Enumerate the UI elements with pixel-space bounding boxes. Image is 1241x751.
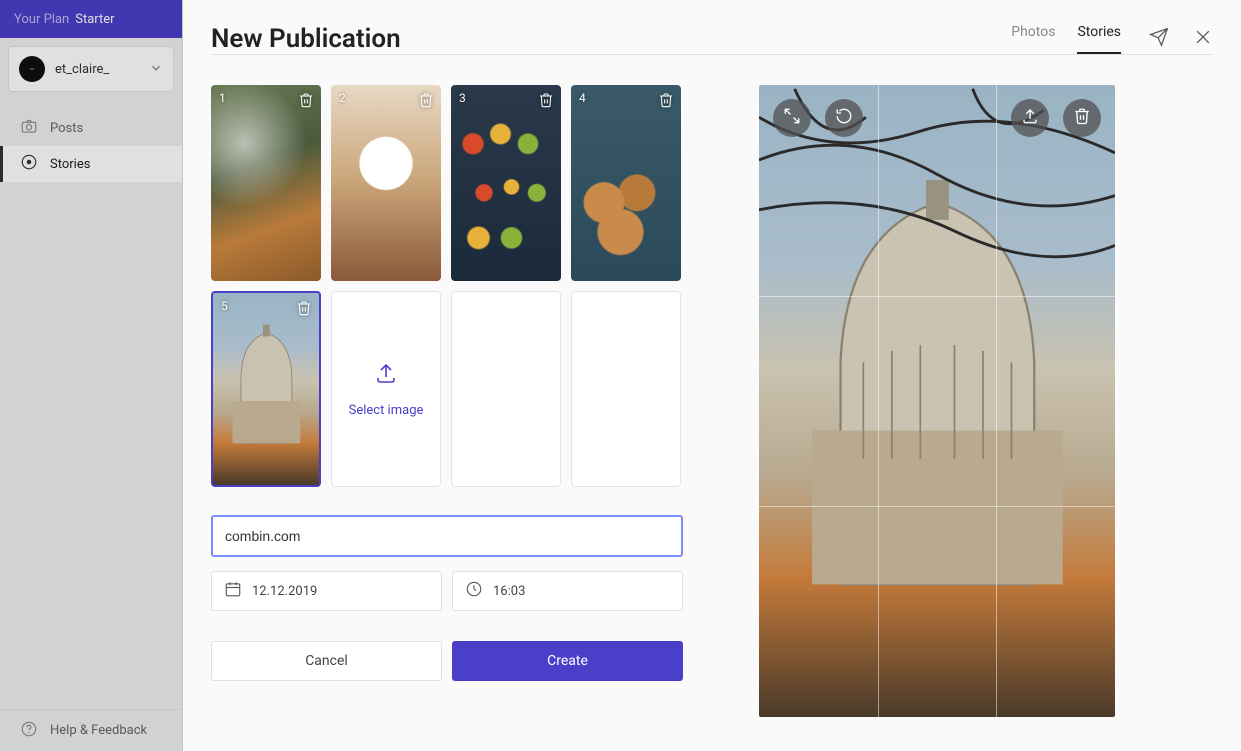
create-button[interactable]: Create bbox=[452, 641, 683, 681]
thumbnail-2[interactable]: 2 bbox=[331, 85, 441, 281]
sidebar-item-label: Stories bbox=[50, 157, 90, 172]
chevron-down-icon bbox=[149, 60, 163, 79]
sidebar-item-label: Posts bbox=[50, 121, 83, 136]
calendar-icon bbox=[224, 580, 242, 602]
thumbnail-grid: 1 2 3 4 5 bbox=[211, 85, 683, 487]
form-column: 1 2 3 4 5 bbox=[211, 85, 683, 717]
avatar: •• bbox=[19, 56, 45, 82]
date-picker[interactable]: 12.12.2019 bbox=[211, 571, 442, 611]
tab-stories[interactable]: Stories bbox=[1077, 24, 1121, 54]
time-picker[interactable]: 16:03 bbox=[452, 571, 683, 611]
rotate-button[interactable] bbox=[825, 99, 863, 137]
fit-button[interactable] bbox=[773, 99, 811, 137]
close-icon[interactable] bbox=[1193, 27, 1213, 51]
send-icon[interactable] bbox=[1149, 27, 1169, 51]
thumbnail-1[interactable]: 1 bbox=[211, 85, 321, 281]
media-tabs: Photos Stories bbox=[1011, 24, 1121, 54]
upload-icon bbox=[374, 361, 398, 389]
plan-name: Starter bbox=[75, 12, 114, 27]
nav: Posts Stories bbox=[0, 110, 182, 182]
delete-thumbnail-button[interactable] bbox=[535, 89, 557, 111]
delete-thumbnail-button[interactable] bbox=[415, 89, 437, 111]
help-icon bbox=[20, 720, 38, 742]
thumbnail-index: 5 bbox=[221, 299, 228, 313]
thumbnail-placeholder bbox=[451, 291, 561, 487]
time-value: 16:03 bbox=[493, 584, 525, 599]
thumbnail-index: 1 bbox=[219, 91, 226, 105]
upload-icon bbox=[1021, 107, 1039, 129]
rotate-icon bbox=[835, 107, 853, 129]
delete-preview-button[interactable] bbox=[1063, 99, 1101, 137]
preview-toolbar bbox=[759, 99, 1115, 137]
delete-thumbnail-button[interactable] bbox=[655, 89, 677, 111]
stories-icon bbox=[20, 153, 38, 175]
trash-icon bbox=[1073, 107, 1091, 129]
sidebar-item-posts[interactable]: Posts bbox=[0, 110, 182, 146]
cancel-button[interactable]: Cancel bbox=[211, 641, 442, 681]
sidebar-item-stories[interactable]: Stories bbox=[0, 146, 182, 182]
thumbnail-3[interactable]: 3 bbox=[451, 85, 561, 281]
thumbnail-4[interactable]: 4 bbox=[571, 85, 681, 281]
account-username: et_claire_ bbox=[55, 62, 139, 77]
help-feedback[interactable]: Help & Feedback bbox=[0, 709, 182, 751]
sidebar: Your Plan Starter •• et_claire_ Posts St… bbox=[0, 0, 183, 751]
thumbnail-art bbox=[224, 312, 309, 456]
crop-grid-line bbox=[759, 506, 1115, 507]
panel-header: New Publication Photos Stories bbox=[183, 0, 1241, 54]
thumbnail-index: 2 bbox=[339, 91, 346, 105]
crop-grid-line bbox=[996, 85, 997, 717]
help-label: Help & Feedback bbox=[50, 723, 147, 738]
shrink-icon bbox=[783, 107, 801, 129]
publication-panel: New Publication Photos Stories 1 bbox=[183, 0, 1241, 751]
upload-button[interactable] bbox=[1011, 99, 1049, 137]
camera-icon bbox=[20, 117, 38, 139]
thumbnail-index: 3 bbox=[459, 91, 466, 105]
crop-grid-line bbox=[759, 296, 1115, 297]
clock-icon bbox=[465, 580, 483, 602]
delete-thumbnail-button[interactable] bbox=[295, 89, 317, 111]
account-selector[interactable]: •• et_claire_ bbox=[8, 46, 174, 92]
crop-grid-line bbox=[878, 85, 879, 717]
tab-photos[interactable]: Photos bbox=[1011, 24, 1055, 54]
select-image-button[interactable]: Select image bbox=[331, 291, 441, 487]
thumbnail-5[interactable]: 5 bbox=[211, 291, 321, 487]
select-image-label: Select image bbox=[349, 403, 424, 418]
plan-bar[interactable]: Your Plan Starter bbox=[0, 0, 182, 38]
date-value: 12.12.2019 bbox=[252, 584, 317, 599]
link-input[interactable] bbox=[211, 515, 683, 557]
story-preview[interactable] bbox=[759, 85, 1115, 717]
plan-label: Your Plan bbox=[14, 12, 69, 27]
thumbnail-index: 4 bbox=[579, 91, 586, 105]
thumbnail-placeholder bbox=[571, 291, 681, 487]
page-title: New Publication bbox=[211, 24, 401, 54]
